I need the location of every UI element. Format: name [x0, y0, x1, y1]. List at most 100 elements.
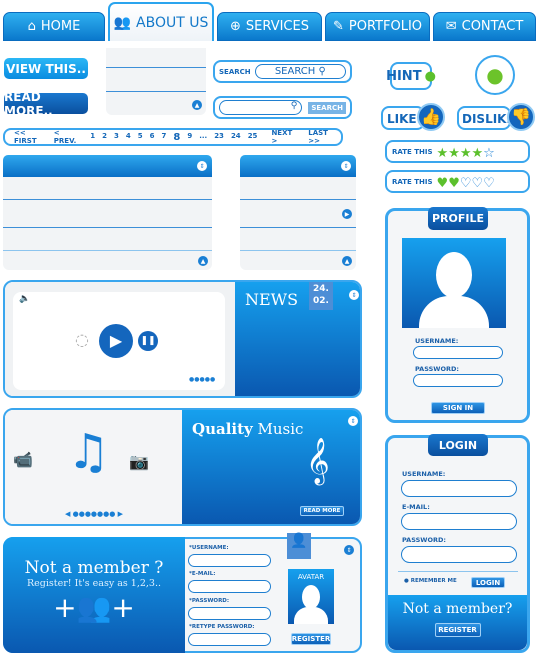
lightbulb-icon[interactable]: ● — [475, 55, 515, 95]
star-icon[interactable]: ★ — [437, 146, 449, 161]
rating-label: RATE THIS — [392, 147, 433, 156]
page-link[interactable]: 2 — [102, 132, 107, 143]
mail-icon: ✉ — [445, 19, 457, 34]
toggle-icon[interactable]: ⇕ — [341, 161, 351, 171]
page-link[interactable]: 23 — [214, 132, 224, 143]
avatar — [402, 238, 506, 328]
heart-icon[interactable]: ♥ — [437, 176, 449, 191]
tab-contact[interactable]: ✉ CONTACT — [433, 12, 536, 41]
dislike-button[interactable]: DISLIKE — [457, 106, 515, 130]
toggle-icon[interactable]: ⇕ — [348, 416, 358, 426]
search-box-2: ⚲ SEARCH — [213, 96, 352, 119]
page-link[interactable]: ... — [199, 132, 207, 143]
page-link[interactable]: 3 — [114, 132, 119, 143]
register-button[interactable]: REGISTER — [291, 633, 331, 645]
username-input[interactable] — [413, 346, 503, 359]
page-link[interactable]: 4 — [126, 132, 131, 143]
search-input-2[interactable]: ⚲ — [219, 100, 303, 115]
first-page-link[interactable]: << FIRST — [14, 129, 40, 145]
password-input[interactable] — [413, 374, 503, 387]
search-icon[interactable]: ⚲ — [318, 66, 325, 77]
view-this-button[interactable]: VIEW THIS.. — [4, 58, 88, 79]
email-label: *E-MAIL: — [189, 571, 216, 577]
star-icon[interactable]: ★ — [472, 146, 484, 161]
login-title: LOGIN — [428, 434, 488, 456]
collapse-icon[interactable]: ▲ — [342, 256, 352, 266]
next-page-link[interactable]: NEXT > — [271, 129, 292, 145]
search-icon[interactable]: ⚲ — [291, 101, 298, 111]
profile-title: PROFILE — [428, 207, 488, 230]
music-title-rest: Music — [252, 420, 304, 438]
retype-password-input[interactable] — [188, 633, 271, 646]
last-page-link[interactable]: LAST >> — [308, 129, 332, 145]
username-label: USERNAME: — [415, 337, 459, 345]
rating-label: RATE THIS — [392, 177, 433, 186]
hint-bubble[interactable]: HINT ● — [386, 62, 436, 90]
search-button[interactable]: SEARCH — [308, 101, 346, 114]
page-link[interactable]: 9 — [187, 132, 192, 143]
star-icon[interactable]: ★ — [460, 146, 472, 161]
carousel-nav[interactable]: ◀ ●●●●●●● ▶ — [65, 510, 123, 518]
password-label: PASSWORD: — [415, 365, 459, 373]
password-input[interactable] — [188, 607, 271, 620]
play-button[interactable]: ▶ — [99, 324, 133, 358]
tab-home[interactable]: ⌂ HOME — [3, 12, 105, 41]
page-link[interactable]: 1 — [90, 132, 95, 143]
collapse-icon[interactable]: ▲ — [192, 100, 202, 110]
page-link[interactable]: 7 — [161, 132, 166, 143]
news-title: NEWS — [245, 290, 299, 309]
email-input[interactable] — [188, 580, 271, 593]
like-label: LIKE — [387, 112, 417, 126]
tab-label: HOME — [40, 19, 81, 34]
read-more-button[interactable]: READ MORE.. — [4, 90, 88, 118]
email-input[interactable] — [401, 513, 517, 530]
not-member-panel: Not a member? REGISTER — [388, 595, 527, 650]
rating-hearts: RATE THIS ♥♥♡♡♡ — [385, 170, 530, 193]
page-link[interactable]: 24 — [231, 132, 241, 143]
prev-page-link[interactable]: < PREV. — [54, 129, 76, 145]
register-button[interactable]: REGISTER — [434, 623, 481, 637]
tab-services[interactable]: ⊕ SERVICES — [217, 12, 322, 41]
page-link[interactable]: 25 — [248, 132, 258, 143]
register-headline: Not a member ? — [24, 558, 164, 578]
heart-icon[interactable]: ♡ — [472, 176, 484, 191]
panel-header[interactable] — [3, 155, 212, 177]
login-button[interactable]: LOGIN — [471, 577, 505, 588]
star-icon[interactable]: ★ — [448, 146, 460, 161]
toggle-icon[interactable]: ⇕ — [344, 545, 354, 555]
username-input[interactable] — [188, 554, 271, 567]
sign-in-button[interactable]: SIGN IN — [431, 402, 485, 414]
heart-icon[interactable]: ♥ — [448, 176, 460, 191]
toggle-icon[interactable]: ⇕ — [349, 290, 359, 300]
tab-portfolio[interactable]: ✎ PORTFOLIO — [325, 12, 430, 41]
thumbs-down-icon: 👎 — [507, 103, 535, 131]
arrow-right-icon[interactable]: ▶ — [342, 209, 352, 219]
password-input[interactable] — [401, 546, 517, 563]
search-input[interactable]: SEARCH ⚲ — [254, 64, 346, 79]
heart-icon[interactable]: ♡ — [460, 176, 472, 191]
remember-me-checkbox[interactable]: ● REMEMBER ME — [404, 578, 457, 584]
page-link[interactable]: 5 — [138, 132, 143, 143]
register-subtitle: Register! It's easy as 1,2,3.. — [27, 578, 161, 589]
page-link[interactable]: 8 — [173, 132, 180, 143]
pause-button[interactable]: ❚❚ — [138, 331, 158, 351]
slide-dots[interactable]: ●●●●● — [189, 376, 215, 383]
heart-icon[interactable]: ♡ — [483, 176, 495, 191]
toggle-icon[interactable]: ⇕ — [197, 161, 207, 171]
panel-header[interactable] — [240, 155, 356, 177]
username-input[interactable] — [401, 480, 517, 497]
profile-card: PROFILE USERNAME: PASSWORD: SIGN IN — [385, 207, 530, 423]
hint-label: HINT — [386, 68, 422, 84]
email-label: E-MAIL: — [402, 503, 430, 511]
date-badge: 24. 02. — [309, 282, 333, 310]
collapse-icon[interactable]: ▲ — [198, 256, 208, 266]
music-widget: 📹 ♫ 📷 ◀ ●●●●●●● ▶ Quality Music 𝄞 READ M… — [3, 408, 362, 526]
star-icon[interactable]: ☆ — [483, 146, 495, 161]
page-link[interactable]: 6 — [150, 132, 155, 143]
read-more-button[interactable]: READ MORE — [300, 506, 344, 516]
tab-label: SERVICES — [245, 19, 309, 34]
volume-icon[interactable]: 🔈 — [19, 294, 30, 304]
tab-about-us[interactable]: 👥 ABOUT US — [108, 2, 214, 41]
video-player: 🔈 ◌ ▶ ❚❚ ●●●●● — [13, 292, 225, 390]
home-icon: ⌂ — [27, 19, 36, 34]
